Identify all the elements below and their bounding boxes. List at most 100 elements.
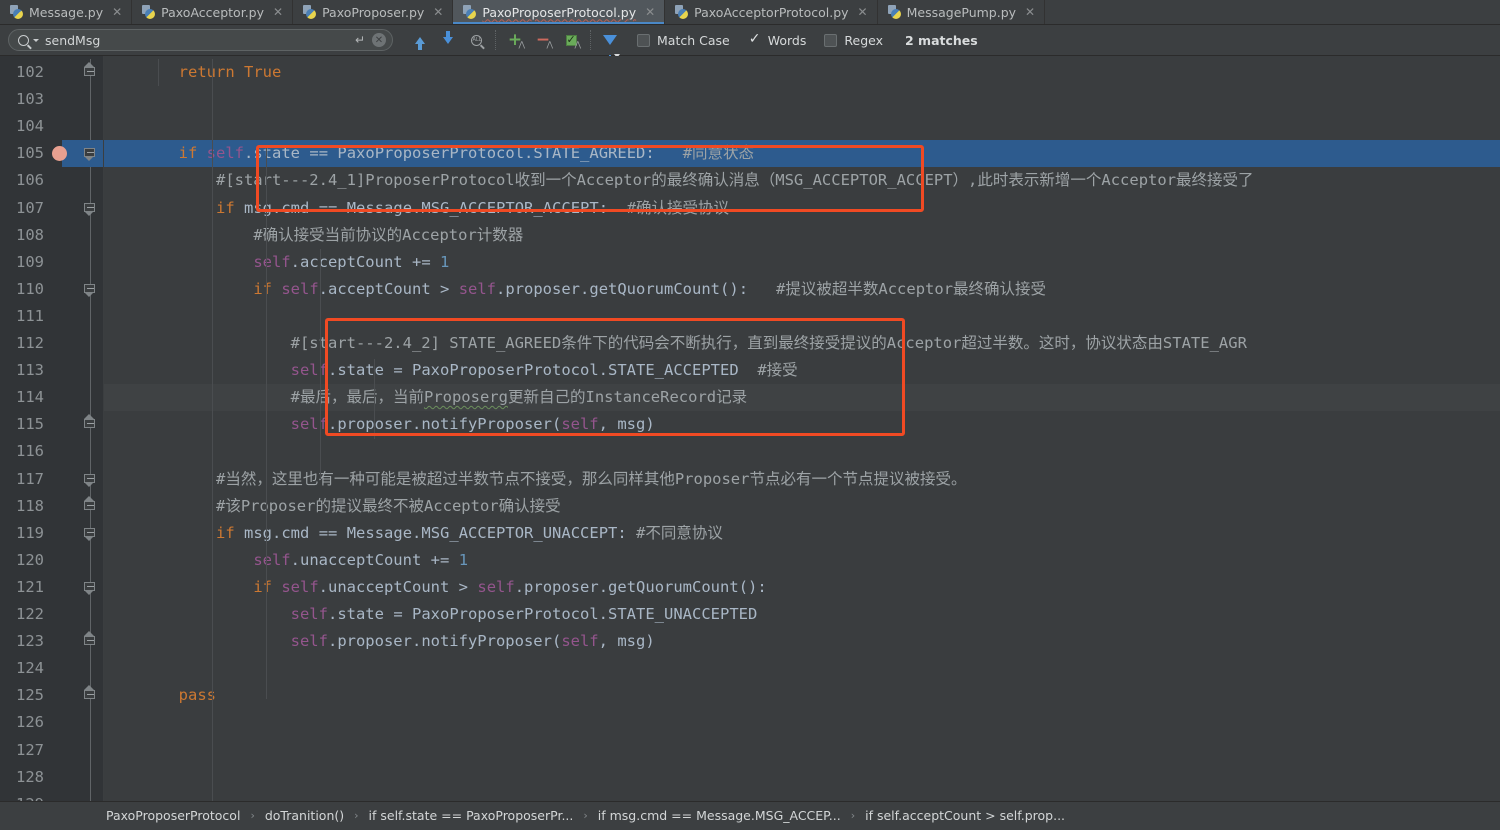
code-line[interactable]: pass	[104, 682, 216, 709]
fold-toggle-icon[interactable]	[84, 685, 97, 701]
code-line[interactable]: #该Proposer的提议最终不被Acceptor确认接受	[104, 493, 561, 520]
code-line[interactable]: #最后，最后，当前Proposerg更新自己的InstanceRecord记录	[104, 384, 748, 411]
add-occurrence-button[interactable]: + ⋀	[502, 28, 528, 52]
code-line[interactable]: if self.state == PaxoProposerProtocol.ST…	[104, 140, 754, 167]
line-number[interactable]: 117	[16, 466, 62, 493]
tab-paxoproposerprotocol-py[interactable]: PaxoProposerProtocol.py ✕	[453, 0, 666, 24]
line-number[interactable]: 103	[16, 86, 62, 113]
code-line[interactable]: return True	[104, 59, 282, 86]
line-number[interactable]: 128	[16, 764, 62, 791]
line-number[interactable]: 115	[16, 411, 62, 438]
line-number-gutter[interactable]: 102 103 104 105 106 107 108 109 110 111 112 113 114 1…	[0, 56, 104, 801]
words-option[interactable]: Words	[748, 31, 807, 48]
remove-occurrence-button[interactable]: − ⋀	[530, 28, 556, 52]
caret-sub-icon: ⋀	[518, 40, 525, 49]
code-line[interactable]: self.unacceptCount += 1	[104, 547, 468, 574]
code-line[interactable]: self.acceptCount += 1	[104, 249, 449, 276]
tab-message-py[interactable]: Message.py ✕	[0, 0, 133, 24]
line-number[interactable]: 104	[16, 113, 62, 140]
code-line[interactable]: self.proposer.notifyProposer(self, msg)	[104, 411, 655, 438]
code-line[interactable]: self.state = PaxoProposerProtocol.STATE_…	[104, 357, 798, 384]
close-icon[interactable]: ✕	[112, 6, 122, 18]
find-previous-button[interactable]	[407, 28, 433, 52]
line-number[interactable]: 125	[16, 682, 62, 709]
line-number[interactable]: 114	[16, 384, 62, 411]
line-number[interactable]: 111	[16, 303, 62, 330]
close-icon[interactable]: ✕	[858, 6, 868, 18]
fold-toggle-icon[interactable]	[84, 631, 97, 647]
regex-checkbox[interactable]	[824, 33, 838, 47]
breadcrumb-item-4[interactable]: if self.acceptCount > self.prop...	[863, 808, 1067, 823]
fold-toggle-icon[interactable]	[84, 146, 97, 162]
fold-toggle-icon[interactable]	[84, 414, 97, 430]
line-number[interactable]: 122	[16, 601, 62, 628]
fold-toggle-icon[interactable]	[84, 201, 97, 216]
select-all-occurrences-button[interactable]: ⋀	[558, 28, 584, 52]
breadcrumb-item-2[interactable]: if self.state == PaxoProposerPr...	[367, 808, 576, 823]
fold-toggle-icon[interactable]	[84, 495, 97, 512]
enter-icon[interactable]: ↵	[355, 33, 365, 47]
code-line[interactable]: self.state = PaxoProposerProtocol.STATE_…	[104, 601, 758, 628]
close-icon[interactable]: ✕	[1025, 6, 1035, 18]
line-number[interactable]: 110	[16, 276, 62, 303]
close-icon[interactable]: ✕	[645, 6, 655, 18]
tab-messagepump-py[interactable]: MessagePump.py ✕	[878, 0, 1046, 24]
search-input[interactable]: sendMsg	[45, 33, 351, 48]
line-number[interactable]: 112	[16, 330, 62, 357]
breadcrumb-item-0[interactable]: PaxoProposerProtocol	[104, 808, 242, 823]
fold-toggle-icon[interactable]	[84, 472, 97, 487]
code-line[interactable]: #确认接受当前协议的Acceptor计数器	[104, 222, 523, 249]
code-line[interactable]: if msg.cmd == Message.MSG_ACCEPTOR_UNACC…	[104, 520, 723, 547]
close-icon[interactable]: ✕	[433, 6, 443, 18]
line-number[interactable]: 108	[16, 222, 62, 249]
line-number[interactable]: 127	[16, 737, 62, 764]
find-all-button[interactable]: ALL	[463, 28, 489, 52]
code-line[interactable]: if self.acceptCount > self.proposer.getQ…	[104, 276, 1046, 303]
line-number[interactable]: 124	[16, 655, 62, 682]
find-next-button[interactable]	[435, 28, 461, 52]
regex-option[interactable]: Regex	[824, 33, 883, 48]
line-number[interactable]: 126	[16, 709, 62, 736]
tab-paxoproposer-py[interactable]: PaxoProposer.py ✕	[293, 0, 454, 24]
line-number[interactable]: 106	[16, 167, 62, 194]
match-case-checkbox[interactable]	[637, 33, 650, 47]
chevron-down-icon[interactable]	[33, 38, 39, 42]
breadcrumb-item-3[interactable]: if msg.cmd == Message.MSG_ACCEP...	[596, 808, 843, 823]
line-number[interactable]: 118	[16, 493, 62, 520]
code-line[interactable]: #[start---2.4_1]ProposerProtocol收到一个Acce…	[104, 167, 1254, 194]
clear-search-icon[interactable]: ✕	[372, 33, 386, 47]
breadcrumb-separator: ›	[850, 809, 856, 822]
code-line[interactable]: #[start---2.4_2] STATE_AGREED条件下的代码会不断执行…	[104, 330, 1247, 357]
code-line[interactable]: if self.unacceptCount > self.proposer.ge…	[104, 574, 766, 601]
indent-guide	[374, 359, 375, 439]
fold-toggle-icon[interactable]	[84, 282, 97, 297]
match-case-option[interactable]: Match Case	[637, 33, 730, 48]
line-number[interactable]: 123	[16, 628, 62, 655]
code-area[interactable]: return True if self.state == PaxoPropose…	[104, 56, 1500, 801]
code-editor[interactable]: 102 103 104 105 106 107 108 109 110 111 112 113 114 1…	[0, 56, 1500, 801]
tab-paxoacceptorprotocol-py[interactable]: PaxoAcceptorProtocol.py ✕	[665, 0, 878, 24]
search-input-wrapper[interactable]: sendMsg ↵ ✕	[8, 29, 393, 51]
line-number[interactable]: 119	[16, 520, 62, 547]
line-number[interactable]: 121	[16, 574, 62, 601]
line-number[interactable]: 102	[16, 59, 62, 86]
code-line[interactable]: if msg.cmd == Message.MSG_ACCEPTOR_ACCEP…	[104, 195, 729, 222]
filter-button[interactable]	[597, 28, 623, 59]
line-number[interactable]: 120	[16, 547, 62, 574]
fold-toggle-icon[interactable]	[84, 62, 97, 78]
line-number[interactable]: 109	[16, 249, 62, 276]
fold-toggle-icon[interactable]	[84, 526, 97, 541]
line-number[interactable]: 116	[16, 438, 62, 465]
line-number[interactable]: 129	[16, 791, 62, 801]
caret-sub-icon: ⋀	[574, 40, 581, 49]
close-icon[interactable]: ✕	[273, 6, 283, 18]
words-checkbox[interactable]	[748, 31, 761, 47]
line-number[interactable]: 113	[16, 357, 62, 384]
fold-toggle-icon[interactable]	[84, 580, 97, 595]
tab-paxoacceptor-py[interactable]: PaxoAcceptor.py ✕	[132, 0, 294, 24]
breadcrumb-separator: ›	[354, 809, 359, 822]
code-line[interactable]: self.proposer.notifyProposer(self, msg)	[104, 628, 655, 655]
breadcrumb-item-1[interactable]: doTranition()	[263, 808, 346, 823]
code-line[interactable]: #当然，这里也有一种可能是被超过半数节点不接受，那么同样其他Proposer节点…	[104, 466, 967, 493]
line-number[interactable]: 107	[16, 195, 62, 222]
